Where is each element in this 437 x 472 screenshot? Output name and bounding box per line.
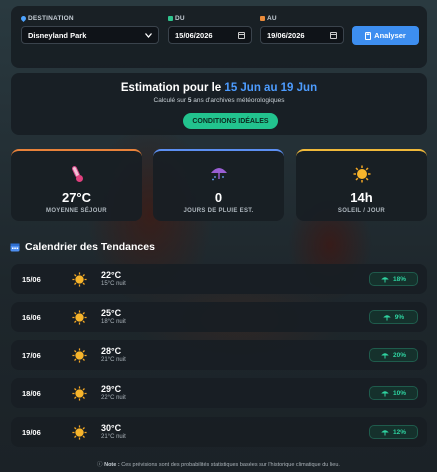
calendar-icon[interactable]	[330, 31, 337, 39]
day-row: 19/06 30°C 21°C nuit 12%	[11, 417, 427, 447]
sun-icon	[72, 310, 87, 325]
umbrella-icon	[381, 352, 389, 358]
to-label: AU	[260, 15, 277, 22]
sun-icon	[72, 425, 87, 440]
day-row: 15/06 22°C 15°C nuit 18%	[11, 264, 427, 294]
day-temperature: 30°C	[101, 423, 122, 433]
umbrella-icon	[381, 429, 389, 435]
from-label: DU	[168, 15, 185, 22]
calendar-end-icon	[260, 15, 265, 21]
rain-probability-badge: 12%	[369, 425, 418, 439]
sun-icon	[72, 272, 87, 287]
to-date-input[interactable]: 19/06/2026	[260, 26, 344, 44]
estimation-subtitle: Calculé sur 5 ans d'archives météorologi…	[153, 97, 285, 104]
day-date: 17/06	[22, 351, 41, 360]
night-temperature: 22°C nuit	[101, 395, 126, 401]
stat-card-sunshine: 14h SOLEIL / JOUR	[296, 149, 427, 221]
calculator-icon	[365, 31, 372, 40]
day-date: 15/06	[22, 275, 41, 284]
from-date-input[interactable]: 15/06/2026	[168, 26, 252, 44]
night-temperature: 21°C nuit	[101, 357, 126, 363]
umbrella-icon	[210, 168, 227, 181]
rain-probability-badge: 18%	[369, 272, 418, 286]
analyze-button[interactable]: Analyser	[352, 26, 419, 45]
footer-note: ⓘ Note : Ces prévisions sont des probabi…	[97, 462, 340, 468]
destination-label: DESTINATION	[19, 14, 74, 22]
day-temperature: 28°C	[101, 346, 122, 356]
calendar-icon[interactable]	[238, 31, 245, 39]
stat-card-temperature: 27°C MOYENNE SÉJOUR	[11, 149, 142, 221]
calendar-section-title: Calendrier des Tendances	[10, 241, 155, 253]
day-row: 16/06 25°C 18°C nuit 9%	[11, 302, 427, 332]
day-temperature: 22°C	[101, 270, 122, 280]
umbrella-icon	[381, 276, 389, 282]
day-temperature: 29°C	[101, 384, 122, 394]
umbrella-icon	[383, 314, 391, 320]
rain-probability-badge: 9%	[369, 310, 418, 324]
night-temperature: 18°C nuit	[101, 319, 126, 325]
date-range: 15 Jun au 19 Jun	[224, 82, 318, 94]
rain-probability-badge: 20%	[369, 348, 418, 362]
sun-icon	[353, 165, 370, 183]
sun-icon	[72, 348, 87, 363]
day-date: 16/06	[22, 313, 41, 322]
day-date: 18/06	[22, 389, 41, 398]
destination-select[interactable]: Disneyland Park	[21, 26, 159, 44]
day-date: 19/06	[22, 428, 41, 437]
info-icon: ⓘ	[97, 462, 103, 468]
night-temperature: 15°C nuit	[101, 281, 126, 287]
sun-icon	[72, 386, 87, 401]
calendar-start-icon	[168, 15, 173, 21]
estimation-summary: Estimation pour le 15 Jun au 19 Jun Calc…	[11, 73, 427, 135]
chevron-down-icon	[145, 32, 152, 38]
night-temperature: 21°C nuit	[101, 434, 126, 440]
stat-card-rain: 0 JOURS DE PLUIE EST.	[153, 149, 284, 221]
rain-probability-badge: 10%	[369, 386, 418, 400]
day-temperature: 25°C	[101, 308, 122, 318]
search-panel: DESTINATION Disneyland Park DU 15/06/202…	[11, 6, 427, 68]
conditions-badge: CONDITIONS IDÉALES	[183, 113, 278, 129]
day-row: 17/06 28°C 21°C nuit 20%	[11, 340, 427, 370]
calendar-icon	[10, 243, 20, 252]
day-row: 18/06 29°C 22°C nuit 10%	[11, 378, 427, 408]
thermometer-icon	[71, 166, 83, 182]
pin-icon	[19, 14, 28, 22]
estimation-title: Estimation pour le 15 Jun au 19 Jun	[120, 82, 318, 94]
umbrella-icon	[381, 390, 389, 396]
